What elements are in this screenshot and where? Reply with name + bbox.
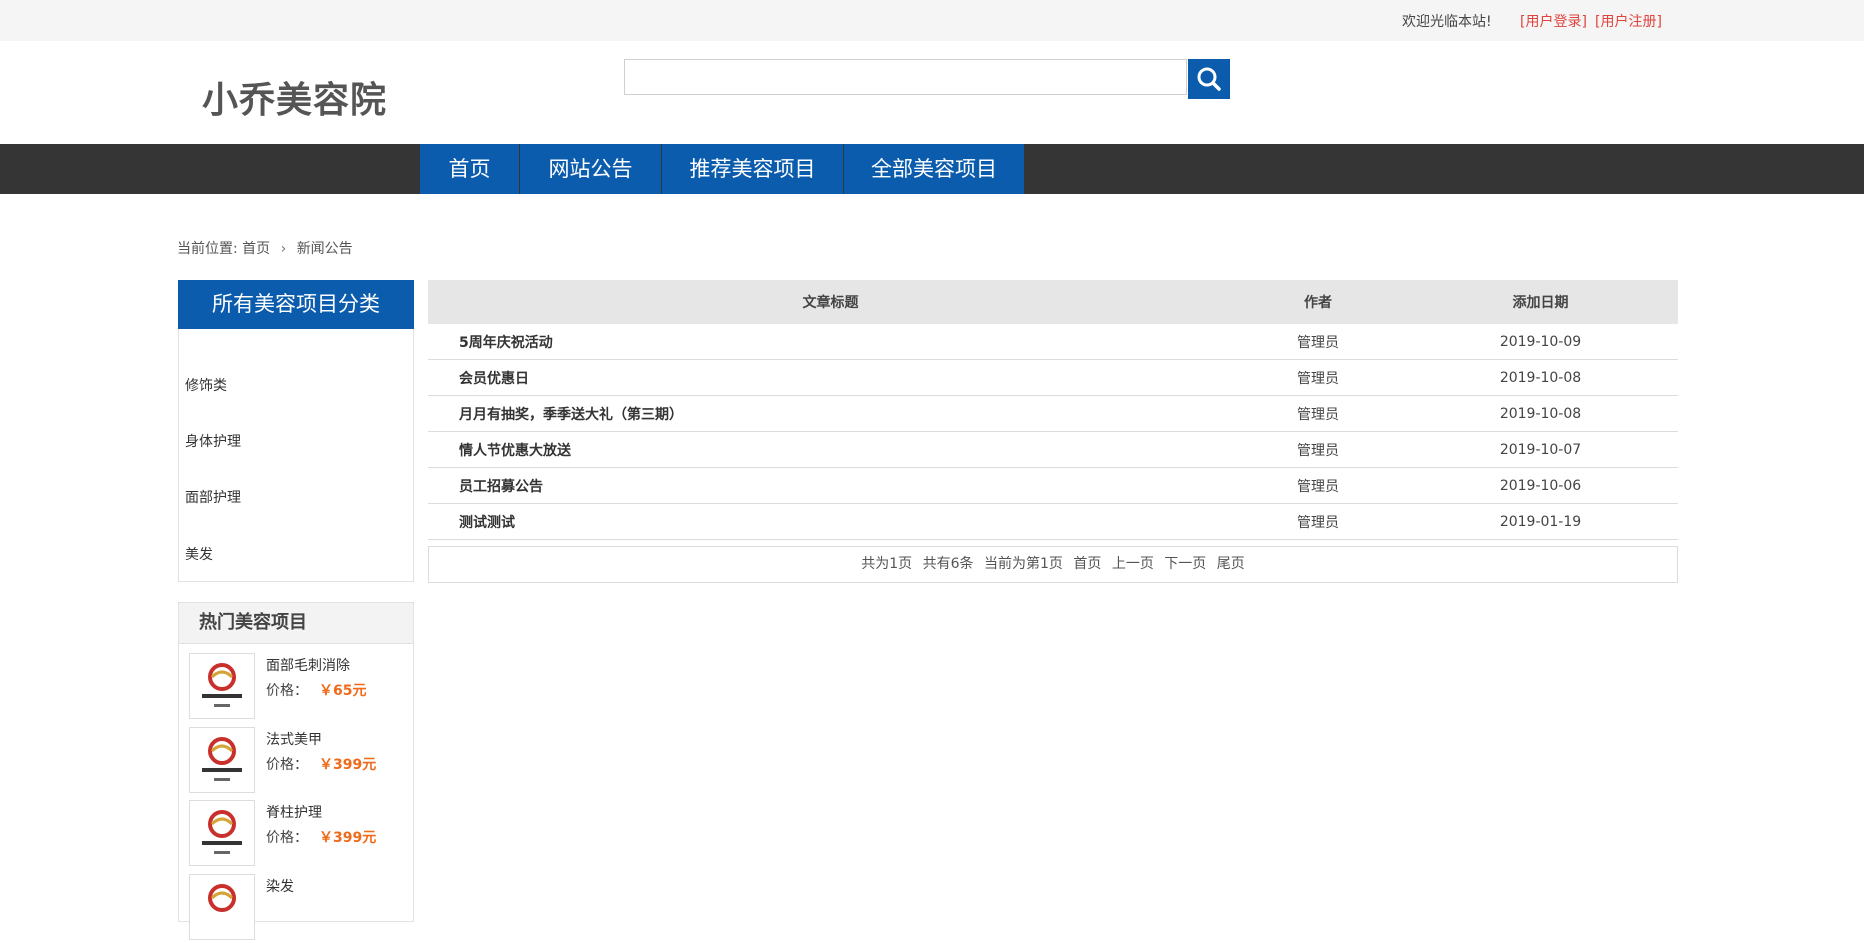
table-header-row: 文章标题 作者 添加日期 <box>428 280 1678 324</box>
price-label: 价格： <box>266 757 308 773</box>
table-row[interactable]: 5周年庆祝活动 管理员 2019-10-09 <box>428 324 1678 360</box>
pager-current: 当前为第1页 <box>984 556 1063 572</box>
pager-last[interactable]: 尾页 <box>1217 556 1245 572</box>
login-link[interactable]: [用户登录] <box>1520 11 1587 31</box>
article-date: 2019-01-19 <box>1403 503 1678 540</box>
column-header-date: 添加日期 <box>1403 280 1678 324</box>
tianzi-logo-icon[interactable] <box>189 874 255 940</box>
hot-item-name[interactable]: 脊柱护理 <box>266 802 322 822</box>
pager-next[interactable]: 下一页 <box>1164 556 1206 572</box>
article-title[interactable]: 情人节优惠大放送 <box>428 431 1233 468</box>
site-header: 小乔美容院 <box>0 41 1864 144</box>
breadcrumb-home[interactable]: 首页 <box>242 241 270 257</box>
article-date: 2019-10-08 <box>1403 359 1678 396</box>
article-date: 2019-10-08 <box>1403 395 1678 432</box>
hot-item-name[interactable]: 染发 <box>266 876 294 896</box>
price-label: 价格： <box>266 830 308 846</box>
pager-total-pages: 共为1页 <box>861 556 913 572</box>
article-date: 2019-10-06 <box>1403 467 1678 504</box>
site-logo[interactable]: 小乔美容院 <box>202 71 387 123</box>
article-title[interactable]: 月月有抽奖，季季送大礼（第三期） <box>428 395 1233 432</box>
category-panel: 所有美容项目分类 修饰类 身体护理 面部护理 美发 <box>178 280 414 582</box>
article-author: 管理员 <box>1233 395 1403 432</box>
breadcrumb-prefix: 当前位置: <box>177 241 238 257</box>
category-title: 所有美容项目分类 <box>178 280 414 329</box>
pager-first[interactable]: 首页 <box>1073 556 1101 572</box>
table-row[interactable]: 会员优惠日 管理员 2019-10-08 <box>428 359 1678 396</box>
search-button[interactable] <box>1188 59 1230 99</box>
table-row[interactable]: 测试测试 管理员 2019-01-19 <box>428 503 1678 540</box>
table-row[interactable]: 员工招募公告 管理员 2019-10-06 <box>428 467 1678 504</box>
hot-projects-title: 热门美容项目 <box>179 603 413 644</box>
nav-recommended[interactable]: 推荐美容项目 <box>662 144 843 194</box>
article-title[interactable]: 5周年庆祝活动 <box>428 324 1233 360</box>
nav-announcements[interactable]: 网站公告 <box>520 144 661 194</box>
table-row[interactable]: 情人节优惠大放送 管理员 2019-10-07 <box>428 431 1678 468</box>
hot-item-name[interactable]: 法式美甲 <box>266 729 322 749</box>
hot-item[interactable]: 面部毛刺消除 价格： ￥65元 <box>189 653 409 721</box>
category-item[interactable]: 美发 <box>185 544 213 564</box>
hot-item-price: ￥65元 <box>319 683 367 699</box>
search-input[interactable] <box>624 59 1187 95</box>
tianzi-logo-icon[interactable] <box>189 800 255 866</box>
article-title[interactable]: 员工招募公告 <box>428 467 1233 504</box>
register-link[interactable]: [用户注册] <box>1595 11 1662 31</box>
article-table: 文章标题 作者 添加日期 5周年庆祝活动 管理员 2019-10-09 会员优惠… <box>428 280 1678 540</box>
hot-item-price: ￥399元 <box>319 830 377 846</box>
category-item[interactable]: 修饰类 <box>185 375 227 395</box>
main-nav: 首页 网站公告 推荐美容项目 全部美容项目 <box>0 144 1864 194</box>
tianzi-logo-icon[interactable] <box>189 653 255 719</box>
category-item[interactable]: 身体护理 <box>185 431 241 451</box>
chevron-right-icon: › <box>280 241 287 257</box>
welcome-text: 欢迎光临本站! <box>1402 14 1492 30</box>
article-author: 管理员 <box>1233 431 1403 468</box>
article-date: 2019-10-07 <box>1403 431 1678 468</box>
top-bar: 欢迎光临本站! [用户登录] [用户注册] <box>0 0 1864 41</box>
hot-item-price: ￥399元 <box>319 757 377 773</box>
article-author: 管理员 <box>1233 359 1403 396</box>
price-label: 价格： <box>266 683 308 699</box>
table-row[interactable]: 月月有抽奖，季季送大礼（第三期） 管理员 2019-10-08 <box>428 395 1678 432</box>
breadcrumb-current: 新闻公告 <box>296 241 353 257</box>
pager-total-items: 共有6条 <box>922 556 974 572</box>
article-title[interactable]: 测试测试 <box>428 503 1233 540</box>
column-header-title: 文章标题 <box>428 280 1233 324</box>
pagination: 共为1页 共有6条 当前为第1页 首页 上一页 下一页 尾页 <box>428 546 1678 583</box>
pager-prev[interactable]: 上一页 <box>1112 556 1154 572</box>
tianzi-logo-icon[interactable] <box>189 727 255 793</box>
article-author: 管理员 <box>1233 324 1403 360</box>
hot-item[interactable]: 法式美甲 价格： ￥399元 <box>189 727 409 795</box>
nav-all-projects[interactable]: 全部美容项目 <box>844 144 1024 194</box>
article-author: 管理员 <box>1233 503 1403 540</box>
category-item[interactable]: 面部护理 <box>185 487 241 507</box>
search-icon <box>1197 67 1221 91</box>
nav-home[interactable]: 首页 <box>420 144 519 194</box>
column-header-author: 作者 <box>1233 280 1403 324</box>
article-author: 管理员 <box>1233 467 1403 504</box>
article-title[interactable]: 会员优惠日 <box>428 359 1233 396</box>
hot-item-name[interactable]: 面部毛刺消除 <box>266 655 350 675</box>
hot-item[interactable]: 脊柱护理 价格： ￥399元 <box>189 800 409 868</box>
hot-projects-panel: 热门美容项目 面部毛刺消除 价格： ￥65元 法式美甲 价格： ￥399元 脊柱… <box>178 602 414 940</box>
hot-item[interactable]: 染发 <box>189 874 409 942</box>
article-date: 2019-10-09 <box>1403 324 1678 360</box>
breadcrumb: 当前位置: 首页 › 新闻公告 <box>177 238 353 258</box>
